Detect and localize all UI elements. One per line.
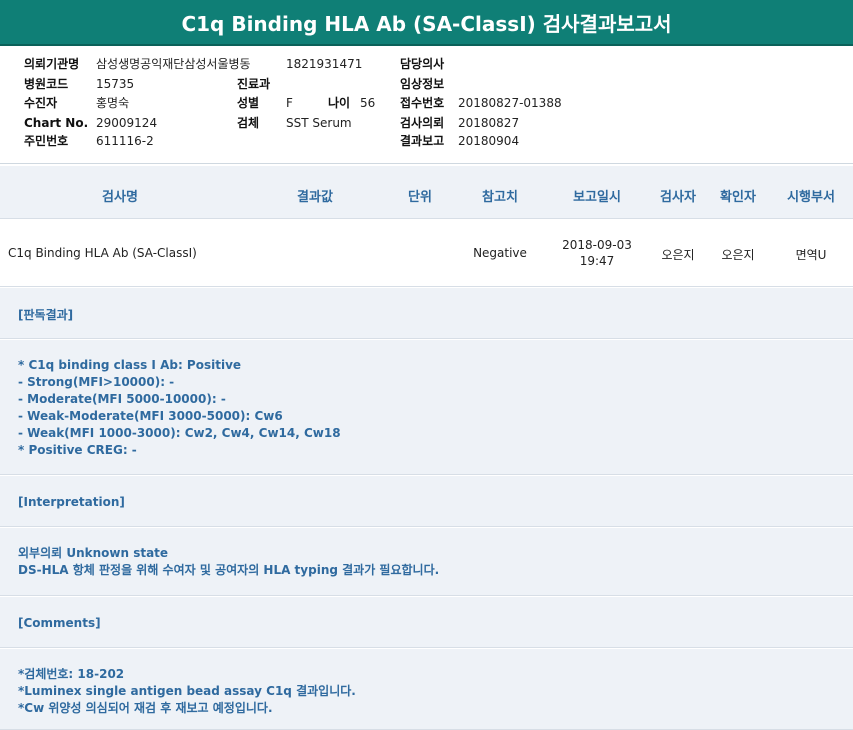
age-label: 나이 xyxy=(328,96,351,110)
report-value: 20180904 xyxy=(458,134,520,148)
interpretation-body: 외부의뢰 Unknown state DS-HLA 항체 판정을 위해 수여자 … xyxy=(0,528,853,596)
cell-report-date: 2018-09-03 xyxy=(562,238,632,252)
report-label: 결과보고 xyxy=(400,134,445,148)
col-header-result: 결과값 xyxy=(297,190,333,205)
col-header-tester: 검사자 xyxy=(660,190,696,205)
receipt-no-label: 접수번호 xyxy=(400,96,445,110)
comment-line: *Cw 위양성 의심되어 재검 후 재보고 예정입니다. xyxy=(18,701,273,715)
hospital-code-value: 15735 xyxy=(96,77,135,91)
table-row: C1q Binding HLA Ab (SA-ClassI) Negative … xyxy=(0,220,853,287)
receipt-no-value: 20180827-01388 xyxy=(458,96,562,110)
col-header-confirmer: 확인자 xyxy=(720,190,756,205)
specimen-value: SST Serum xyxy=(286,116,352,130)
interpretation-result-body: * C1q binding class I Ab: Positive - Str… xyxy=(0,340,853,475)
collector-value: 홍명숙 xyxy=(96,96,130,110)
sex-label: 성별 xyxy=(237,96,260,110)
report-title: C1q Binding HLA Ab (SA-ClassI) 검사결과보고서 xyxy=(0,0,853,46)
clinical-info-label: 임상정보 xyxy=(400,77,445,91)
doctor-label: 담당의사 xyxy=(400,57,445,71)
id-label: 주민번호 xyxy=(24,134,69,148)
col-header-report-date: 보고일시 xyxy=(573,190,621,205)
cell-test-name: C1q Binding HLA Ab (SA-ClassI) xyxy=(8,246,197,260)
col-header-unit: 단위 xyxy=(408,190,432,205)
institution-code: 1821931471 xyxy=(286,57,363,71)
age-value: 56 xyxy=(360,96,376,110)
cell-report-time: 19:47 xyxy=(579,254,615,268)
section-title: [Interpretation] xyxy=(18,495,125,509)
chart-no-value: 29009124 xyxy=(96,116,158,130)
sex-value: F xyxy=(286,96,293,110)
result-line: - Moderate(MFI 5000-10000): - xyxy=(18,392,226,406)
interpretation-line: 외부의뢰 Unknown state xyxy=(18,546,169,560)
result-line: * Positive CREG: - xyxy=(18,443,137,457)
request-value: 20180827 xyxy=(458,116,520,130)
result-line: * C1q binding class I Ab: Positive xyxy=(18,358,242,372)
result-line: - Weak-Moderate(MFI 3000-5000): Cw6 xyxy=(18,409,283,423)
id-value: 611116-2 xyxy=(96,134,154,148)
cell-tester: 오은지 xyxy=(661,248,695,262)
section-title: [Comments] xyxy=(18,616,101,630)
department-label: 진료과 xyxy=(237,77,271,91)
cell-reference: Negative xyxy=(473,246,527,260)
col-header-reference: 참고치 xyxy=(482,190,518,205)
chart-no-label: Chart No. xyxy=(24,116,89,130)
result-line: - Weak(MFI 1000-3000): Cw2, Cw4, Cw14, C… xyxy=(18,426,341,440)
col-header-department: 시행부서 xyxy=(787,190,835,205)
interpretation-result-title-section: [판독결과] xyxy=(0,288,853,339)
comment-line: *검체번호: 18-202 xyxy=(18,667,125,681)
result-line: - Strong(MFI>10000): - xyxy=(18,375,175,389)
specimen-label: 검체 xyxy=(237,116,260,130)
cell-confirmer: 오은지 xyxy=(721,248,755,262)
comments-body: *검체번호: 18-202 *Luminex single antigen be… xyxy=(0,649,853,730)
hospital-code-label: 병원코드 xyxy=(24,77,69,91)
patient-info-panel: 의뢰기관명 삼성생명공익재단삼성서울병동 1821931471 담당의사 병원코… xyxy=(0,48,853,164)
comments-title-section: [Comments] xyxy=(0,597,853,648)
section-title: [판독결과] xyxy=(18,308,74,322)
institution-label: 의뢰기관명 xyxy=(24,57,80,71)
comment-line: *Luminex single antigen bead assay C1q 결… xyxy=(18,684,356,698)
institution-value: 삼성생명공익재단삼성서울병동 xyxy=(96,57,251,71)
results-table-header: 검사명 결과값 단위 참고치 보고일시 검사자 확인자 시행부서 xyxy=(0,166,853,219)
col-header-test-name: 검사명 xyxy=(102,190,138,205)
interpretation-title-section: [Interpretation] xyxy=(0,476,853,527)
cell-department: 면역U xyxy=(795,248,827,262)
request-label: 검사의뢰 xyxy=(400,116,445,130)
collector-label: 수진자 xyxy=(24,96,58,110)
interpretation-line: DS-HLA 항체 판정을 위해 수여자 및 공여자의 HLA typing 결… xyxy=(18,563,440,577)
